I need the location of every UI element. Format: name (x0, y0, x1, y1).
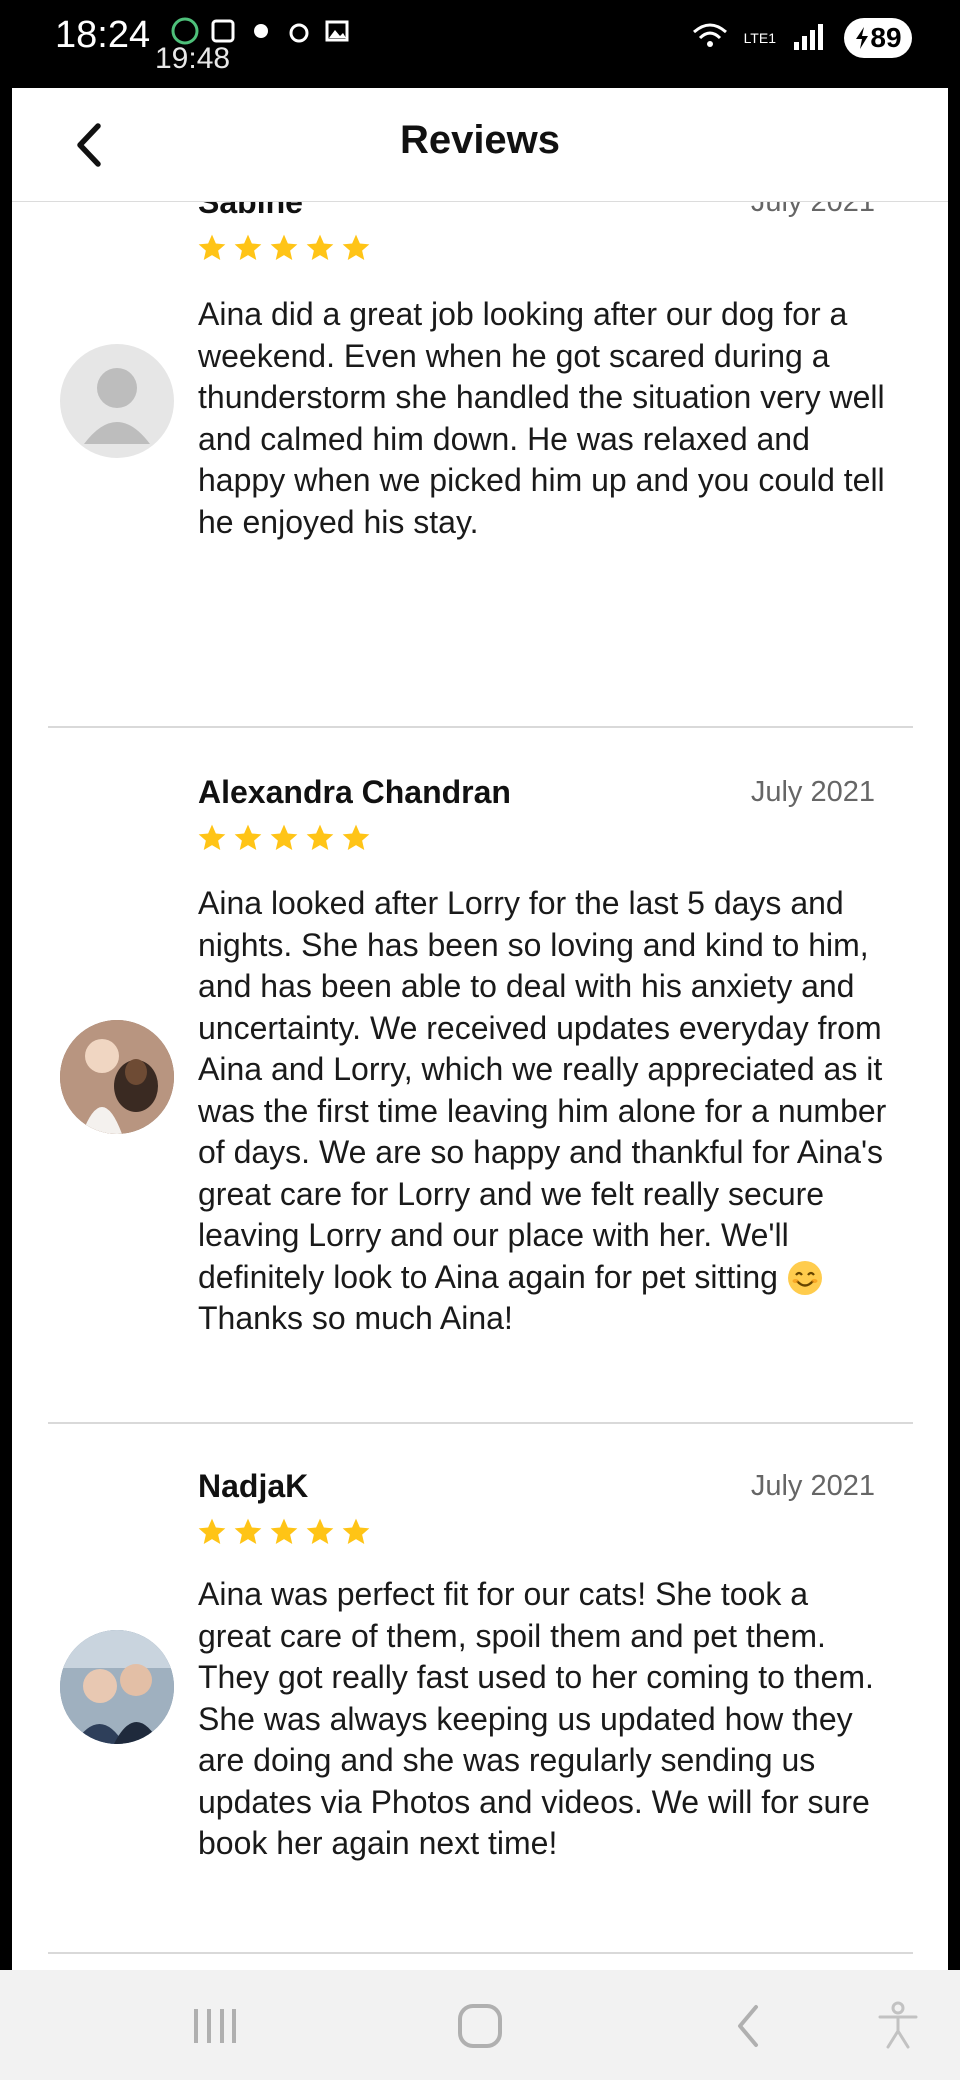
status-bar: 18:24 19:48 LTE1 89 (0, 0, 960, 88)
status-time: 18:24 (55, 14, 151, 56)
star-icon (198, 1518, 226, 1544)
weather-icon (246, 16, 276, 46)
reviewer-name: Alexandra Chandran (198, 774, 511, 810)
star-icon (342, 824, 370, 850)
star-icon (198, 824, 226, 850)
reviewer-name: NadjaK (198, 1468, 309, 1504)
charging-icon (856, 27, 869, 49)
avatar (60, 344, 174, 458)
star-icon (342, 234, 370, 260)
review-text: Aina was perfect fit for our cats! She t… (198, 1576, 874, 1861)
home-button[interactable] (450, 1996, 510, 2056)
star-icon (234, 1518, 262, 1544)
star-icon (198, 234, 226, 260)
reviews-screen: Reviews Sabine July 2021 Aina did a grea… (12, 88, 948, 1970)
network-label: LTE1 (743, 30, 776, 46)
user-photo (60, 1020, 174, 1134)
recent-apps-icon (194, 2009, 236, 2043)
notification-icons (170, 16, 352, 46)
star-icon (306, 234, 334, 260)
accessibility-button[interactable] (868, 1996, 928, 2056)
home-icon (458, 2004, 502, 2048)
star-icon (306, 824, 334, 850)
wifi-icon (690, 20, 730, 57)
star-icon (270, 1518, 298, 1544)
avatar (60, 1630, 174, 1744)
review-text-body: Aina looked after Lorry for the last 5 d… (198, 885, 887, 1295)
review-item: Sabine July 2021 Aina did a great job lo… (48, 184, 913, 728)
system-navigation-bar (0, 1970, 960, 2080)
review-text: Aina did a great job looking after our d… (198, 296, 885, 540)
page-title: Reviews (399, 118, 561, 162)
review-text-suffix: Thanks so much Aina! (198, 1300, 513, 1336)
recent-apps-button[interactable] (183, 1996, 243, 2056)
app-header: Reviews (12, 88, 948, 202)
review-date: July 2021 (750, 776, 875, 808)
battery-level: 89 (870, 22, 902, 53)
system-indicators: LTE1 89 (690, 18, 912, 58)
star-icon (234, 234, 262, 260)
gallery-icon (322, 16, 352, 46)
back-nav-button[interactable] (718, 1996, 778, 2056)
location-icon (284, 16, 314, 46)
star-rating (196, 822, 372, 854)
star-rating (196, 232, 372, 264)
app-notification-icon (170, 16, 200, 46)
star-icon (270, 824, 298, 850)
status-time-secondary: 19:48 (155, 42, 231, 75)
screenshot-icon (208, 16, 238, 46)
review-date: July 2021 (750, 1470, 875, 1502)
user-placeholder-icon (84, 368, 150, 444)
review-item: Alexandra Chandran July 2021 Aina looked… (48, 728, 913, 1424)
star-icon (342, 1518, 370, 1544)
review-item: NadjaK July 2021 Aina was perfect fit fo… (48, 1424, 913, 1954)
avatar (60, 1020, 174, 1134)
star-icon (270, 234, 298, 260)
accessibility-icon (878, 2001, 918, 2049)
user-photo (60, 1630, 174, 1744)
smiling-face-emoji-icon (787, 1260, 822, 1295)
signal-icon (790, 20, 830, 57)
review-text: Aina looked after Lorry for the last 5 d… (198, 883, 888, 1340)
reviews-list: Sabine July 2021 Aina did a great job lo… (12, 184, 948, 1954)
star-rating (196, 1516, 372, 1548)
star-icon (234, 824, 262, 850)
battery-indicator: 89 (844, 18, 912, 58)
star-icon (306, 1518, 334, 1544)
back-icon (738, 2005, 758, 2047)
